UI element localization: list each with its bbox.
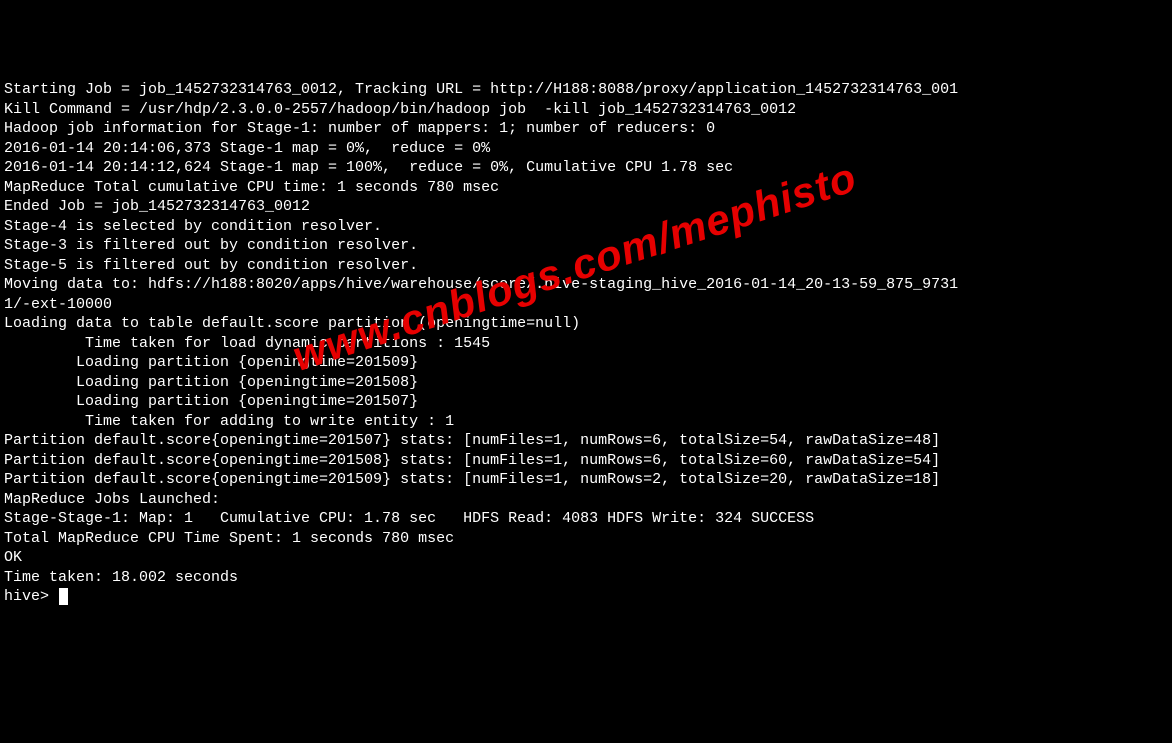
terminal-line: Starting Job = job_1452732314763_0012, T… xyxy=(4,80,1168,100)
terminal-line: Stage-4 is selected by condition resolve… xyxy=(4,217,1168,237)
terminal-line: Loading data to table default.score part… xyxy=(4,314,1168,334)
terminal-line: Stage-Stage-1: Map: 1 Cumulative CPU: 1.… xyxy=(4,509,1168,529)
terminal-prompt-line[interactable]: hive> xyxy=(4,587,1168,607)
terminal-line: Kill Command = /usr/hdp/2.3.0.0-2557/had… xyxy=(4,100,1168,120)
terminal-line: Time taken for load dynamic partitions :… xyxy=(4,334,1168,354)
terminal-line: Stage-5 is filtered out by condition res… xyxy=(4,256,1168,276)
terminal-line: Stage-3 is filtered out by condition res… xyxy=(4,236,1168,256)
terminal-line: Loading partition {openingtime=201507} xyxy=(4,392,1168,412)
terminal-line: Partition default.score{openingtime=2015… xyxy=(4,451,1168,471)
terminal-line: Loading partition {openingtime=201509} xyxy=(4,353,1168,373)
terminal-line: Time taken: 18.002 seconds xyxy=(4,568,1168,588)
terminal-prompt: hive> xyxy=(4,588,58,605)
terminal-line: Hadoop job information for Stage-1: numb… xyxy=(4,119,1168,139)
terminal-line: OK xyxy=(4,548,1168,568)
terminal-line: Ended Job = job_1452732314763_0012 xyxy=(4,197,1168,217)
cursor-icon xyxy=(59,588,68,605)
terminal-line: MapReduce Total cumulative CPU time: 1 s… xyxy=(4,178,1168,198)
terminal-output: Starting Job = job_1452732314763_0012, T… xyxy=(4,80,1168,607)
terminal-line: MapReduce Jobs Launched: xyxy=(4,490,1168,510)
terminal-line: Loading partition {openingtime=201508} xyxy=(4,373,1168,393)
terminal-line: Partition default.score{openingtime=2015… xyxy=(4,470,1168,490)
terminal-line: Moving data to: hdfs://h188:8020/apps/hi… xyxy=(4,275,1168,295)
terminal-line: 2016-01-14 20:14:12,624 Stage-1 map = 10… xyxy=(4,158,1168,178)
terminal-line: Partition default.score{openingtime=2015… xyxy=(4,431,1168,451)
terminal-line: 1/-ext-10000 xyxy=(4,295,1168,315)
terminal-line: 2016-01-14 20:14:06,373 Stage-1 map = 0%… xyxy=(4,139,1168,159)
terminal-line: Time taken for adding to write entity : … xyxy=(4,412,1168,432)
terminal-line: Total MapReduce CPU Time Spent: 1 second… xyxy=(4,529,1168,549)
